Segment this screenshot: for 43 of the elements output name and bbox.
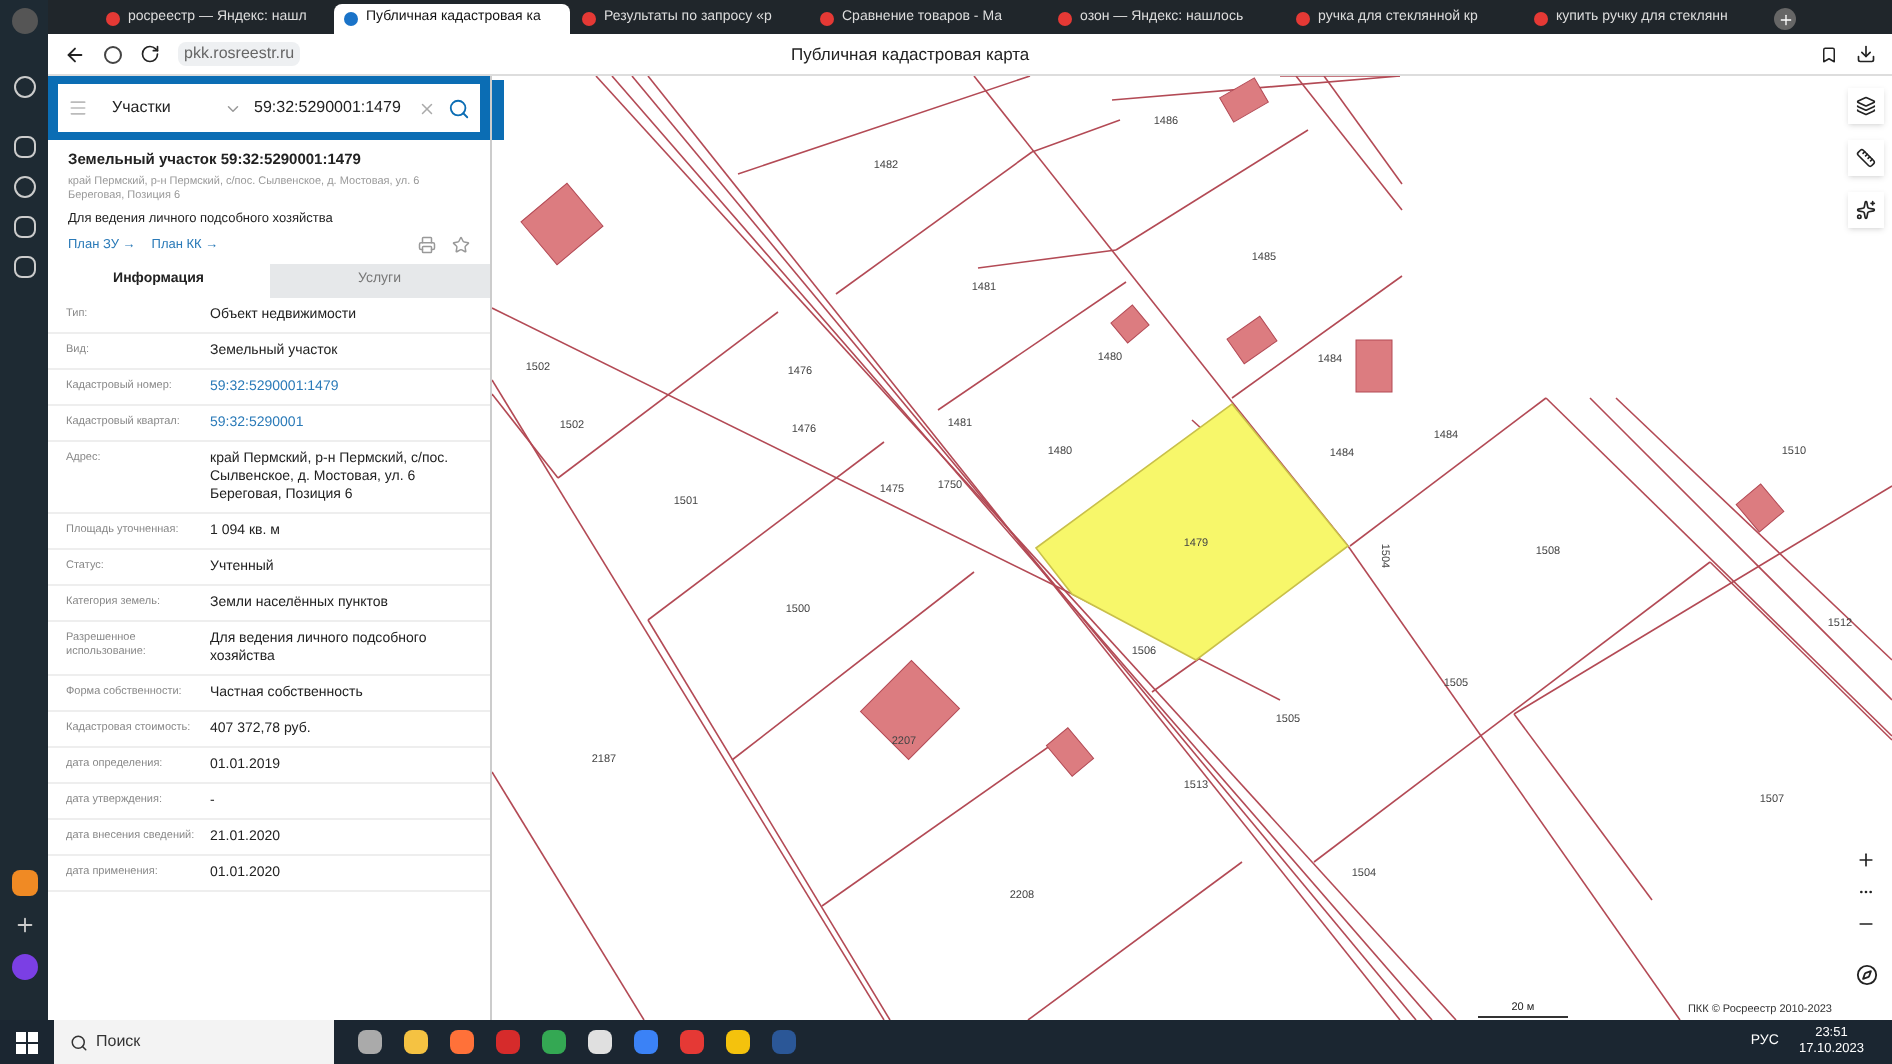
taskbar-app-icon[interactable] [358, 1030, 382, 1054]
app-icon[interactable] [11, 870, 37, 896]
search-value[interactable]: 59:32:5290001:1479 [254, 96, 406, 120]
search-icon[interactable] [448, 97, 470, 119]
taskbar-app-icon[interactable] [542, 1030, 566, 1054]
reload-icon[interactable] [140, 44, 160, 64]
print-icon[interactable] [418, 236, 436, 255]
favicon-icon [106, 12, 120, 26]
measure-button[interactable] [1848, 140, 1884, 176]
favicon-icon [820, 12, 834, 26]
layers-icon [1856, 96, 1876, 116]
favicon-icon [1534, 12, 1548, 26]
app-icon[interactable] [11, 954, 37, 980]
windows-start-icon[interactable] [16, 1031, 38, 1053]
favicon-icon [1058, 12, 1072, 26]
taskbar-app-icon[interactable] [726, 1030, 750, 1054]
sparkle-icon [1856, 200, 1876, 220]
download-icon[interactable] [1856, 44, 1876, 64]
url-field[interactable]: pkk.rosreestr.ru [178, 42, 301, 66]
page-title: Публичная кадастровая карта [788, 41, 1032, 67]
star-icon[interactable] [452, 236, 470, 255]
plus-icon [1856, 850, 1876, 870]
collapse-handle[interactable] [492, 80, 504, 140]
search-field[interactable]: Участки 59:32:5290001:1479 [58, 84, 480, 132]
add-icon[interactable] [13, 914, 35, 936]
taskbar-app-icon[interactable] [450, 1030, 474, 1054]
category-select[interactable]: Участки [112, 96, 212, 120]
draw-button[interactable] [1848, 192, 1884, 228]
bookmark-icon[interactable] [1820, 45, 1838, 63]
search-label: Поиск [96, 1030, 141, 1054]
compass-icon [1855, 963, 1877, 985]
taskbar-app-icon[interactable] [404, 1030, 428, 1054]
layers-button[interactable] [1848, 88, 1884, 124]
favicon-icon [582, 12, 596, 26]
taskbar-search[interactable]: Поиск [54, 1020, 334, 1064]
taskbar-app-icon[interactable] [588, 1030, 612, 1054]
ruler-icon [1856, 148, 1876, 168]
favicon-icon [1296, 12, 1310, 26]
favicon-icon [344, 12, 358, 26]
new-tab-icon[interactable] [1774, 8, 1796, 30]
building-footprint [1355, 339, 1393, 393]
back-icon[interactable] [64, 43, 86, 65]
search-icon [70, 1033, 88, 1051]
